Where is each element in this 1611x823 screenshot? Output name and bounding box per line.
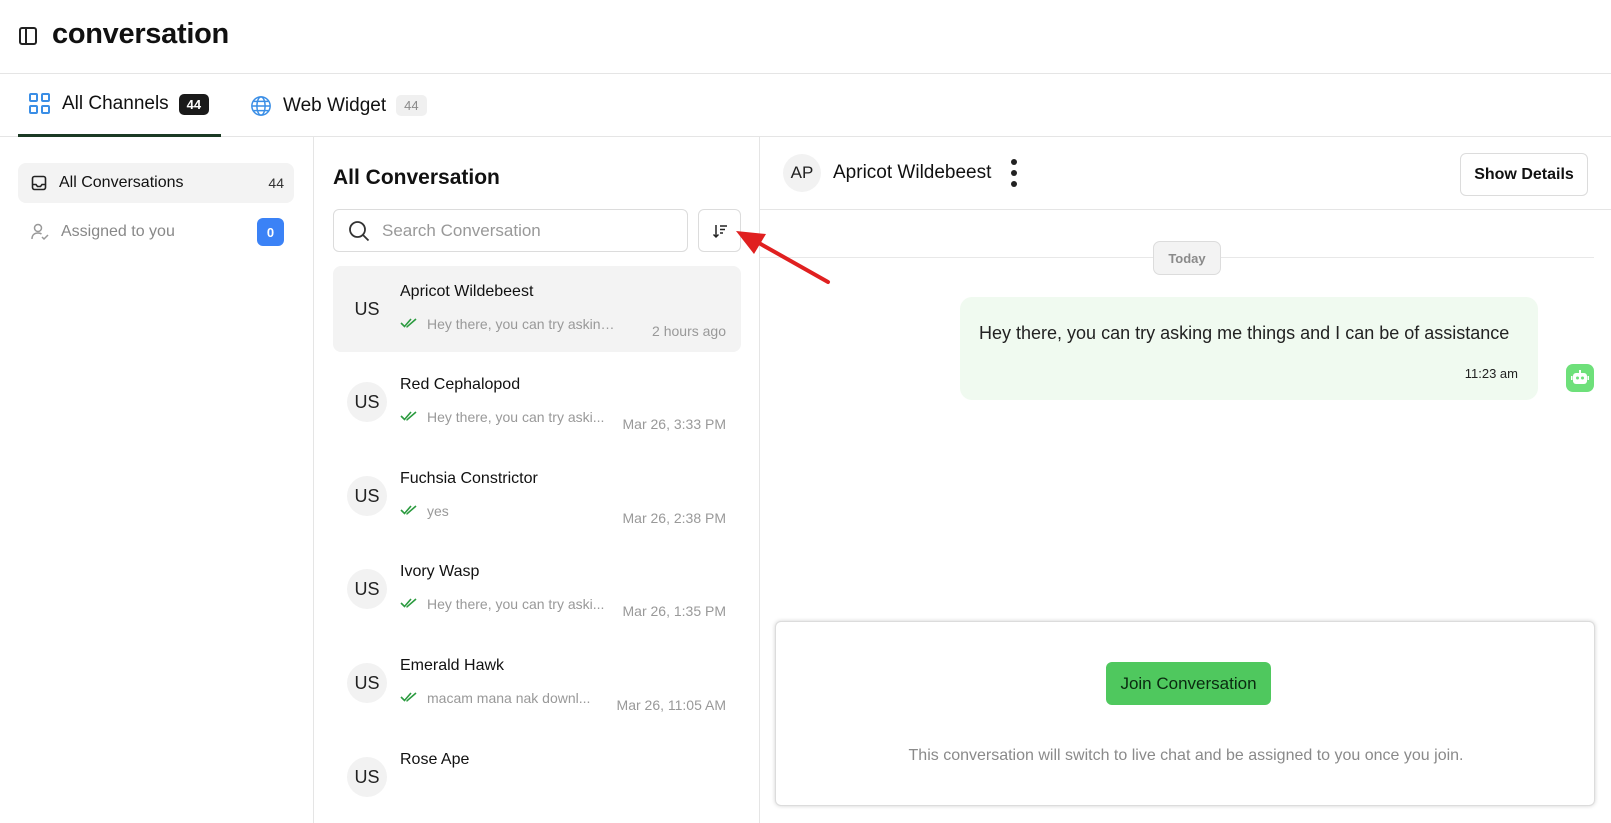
message-time: 11:23 am bbox=[1464, 366, 1518, 381]
show-details-button[interactable]: Show Details bbox=[1460, 153, 1588, 196]
sort-descending-icon bbox=[712, 224, 727, 238]
join-note: This conversation will switch to live ch… bbox=[908, 747, 1464, 764]
conversation-name: Ivory Wasp bbox=[400, 563, 480, 580]
conversation-list-item[interactable]: US Emerald Hawk macam mana nak downl... … bbox=[333, 640, 741, 726]
conversation-list-item[interactable]: US Apricot Wildebeest Hey there, you can… bbox=[333, 266, 741, 352]
avatar: US bbox=[354, 298, 380, 319]
conversation-list-item[interactable]: US Red Cephalopod Hey there, you can try… bbox=[333, 359, 741, 445]
top-bar: conversation bbox=[0, 0, 1611, 74]
avatar: US bbox=[347, 382, 387, 422]
conversation-preview: Hey there, you can try asking ... bbox=[427, 316, 622, 332]
bot-icon bbox=[1566, 364, 1594, 392]
sort-button[interactable] bbox=[698, 209, 741, 252]
conversation-list-item[interactable]: US Rose Ape bbox=[333, 734, 741, 820]
date-chip: Today bbox=[1153, 241, 1221, 275]
nav-item-label: Assigned to you bbox=[61, 223, 175, 240]
conversation-preview: yes bbox=[427, 503, 449, 519]
join-conversation-panel: Join Conversation This conversation will… bbox=[775, 621, 1595, 806]
search-box[interactable] bbox=[333, 209, 688, 252]
conversation-preview: Hey there, you can try aski... bbox=[427, 409, 605, 425]
nav-item-all-conversations[interactable]: All Conversations 44 bbox=[18, 163, 294, 203]
tab-label: All Channels bbox=[62, 93, 169, 114]
avatar: US bbox=[347, 663, 387, 703]
grid-icon bbox=[29, 93, 51, 115]
conversation-filter-nav: All Conversations 44 Assigned to you 0 bbox=[0, 137, 314, 823]
page-title: conversation bbox=[52, 18, 229, 50]
conversation-time: Mar 26, 2:38 PM bbox=[622, 510, 727, 526]
user-check-icon bbox=[31, 223, 49, 241]
double-check-icon bbox=[400, 692, 417, 702]
chat-panel: AP Apricot Wildebeest Show Details Today… bbox=[760, 137, 1611, 823]
conversation-name: Emerald Hawk bbox=[400, 657, 505, 674]
annotation-arrow-icon bbox=[736, 231, 830, 284]
message-text: Hey there, you can try asking me things … bbox=[979, 323, 1510, 343]
conversation-time: Mar 26, 1:35 PM bbox=[622, 603, 727, 619]
avatar: US bbox=[347, 476, 387, 516]
conversation-name: Rose Ape bbox=[400, 751, 470, 768]
double-check-icon bbox=[400, 411, 417, 421]
contact-name: Apricot Wildebeest bbox=[833, 162, 992, 183]
conversation-name: Fuchsia Constrictor bbox=[400, 470, 538, 487]
conversation-time: 2 hours ago bbox=[652, 323, 726, 339]
conversation-preview: Hey there, you can try aski... bbox=[427, 596, 605, 612]
inbox-icon bbox=[31, 175, 47, 191]
nav-item-assigned-to-you[interactable]: Assigned to you 0 bbox=[18, 212, 294, 252]
conversation-list-panel: All Conversation US Apricot Wildebeest H… bbox=[314, 137, 760, 823]
list-title: All Conversation bbox=[333, 166, 500, 189]
double-check-icon bbox=[400, 598, 417, 608]
globe-icon bbox=[251, 95, 271, 116]
conversation-name: Red Cephalopod bbox=[400, 376, 521, 393]
avatar: US bbox=[347, 569, 387, 609]
nav-item-label: All Conversations bbox=[59, 174, 184, 191]
tab-web-widget[interactable]: Web Widget 44 bbox=[250, 74, 450, 137]
double-check-icon bbox=[400, 505, 417, 515]
search-icon bbox=[349, 220, 370, 241]
conversation-time: Mar 26, 11:05 AM bbox=[616, 697, 726, 713]
search-input[interactable] bbox=[382, 220, 662, 241]
tab-count-badge: 44 bbox=[396, 95, 427, 116]
avatar: US bbox=[347, 757, 387, 797]
tab-all-channels[interactable]: All Channels 44 bbox=[18, 74, 221, 137]
conversation-preview: macam mana nak downl... bbox=[427, 690, 591, 706]
nav-item-count: 44 bbox=[268, 175, 284, 191]
sidebar-toggle-icon[interactable] bbox=[19, 27, 37, 45]
nav-item-count-badge: 0 bbox=[257, 218, 284, 246]
tab-label: Web Widget bbox=[283, 94, 387, 116]
double-check-icon bbox=[400, 318, 417, 328]
conversation-list-item[interactable]: US Ivory Wasp Hey there, you can try ask… bbox=[333, 546, 741, 632]
conversation-name: Apricot Wildebeest bbox=[400, 283, 534, 300]
tab-count-badge: 44 bbox=[178, 93, 210, 115]
message-bubble: Hey there, you can try asking me things … bbox=[960, 297, 1538, 400]
more-options-icon[interactable] bbox=[1008, 159, 1020, 187]
conversation-time: Mar 26, 3:33 PM bbox=[622, 416, 727, 432]
channel-tabs: All Channels 44 Web Widget 44 bbox=[0, 74, 1611, 137]
avatar: AP bbox=[783, 154, 821, 192]
join-conversation-button[interactable]: Join Conversation bbox=[1106, 662, 1271, 705]
chat-header: AP Apricot Wildebeest Show Details bbox=[760, 137, 1611, 210]
conversation-list-item[interactable]: US Fuchsia Constrictor yes Mar 26, 2:38 … bbox=[333, 453, 741, 539]
